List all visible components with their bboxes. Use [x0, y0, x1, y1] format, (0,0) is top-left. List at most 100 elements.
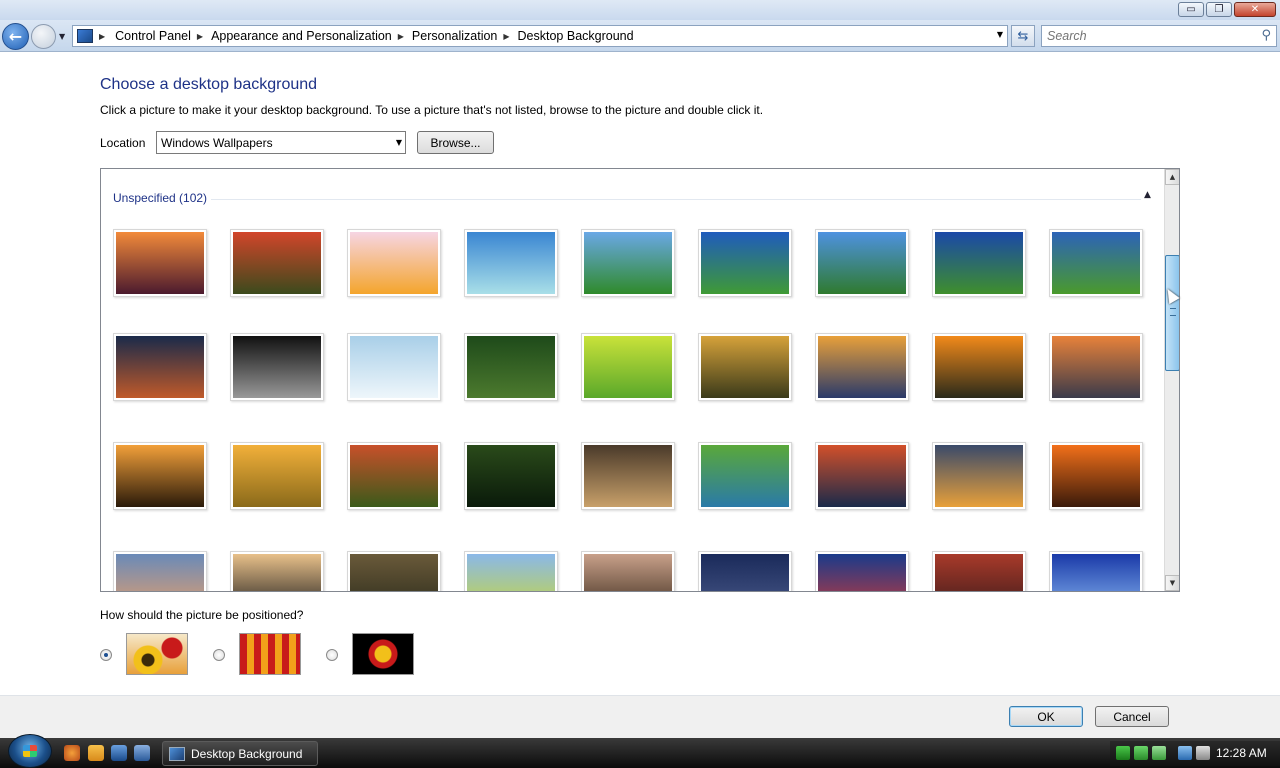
forward-button[interactable] [31, 24, 56, 49]
wallpaper-thumbnail-lime-leaf[interactable] [581, 333, 675, 401]
position-radio-fill[interactable] [100, 649, 112, 661]
wallpaper-thumbnail-night-bridge[interactable] [698, 551, 792, 591]
wallpaper-thumbnail-lit-buildings[interactable] [815, 551, 909, 591]
breadcrumb-appearance[interactable]: Appearance and Personalization [211, 29, 392, 43]
start-button[interactable] [8, 734, 52, 768]
wallpaper-thumbnail-yellow-meadow[interactable] [464, 551, 558, 591]
folder-icon[interactable] [88, 745, 104, 761]
wallpaper-thumbnail-cloudy-dusk[interactable] [113, 551, 207, 591]
wallpaper-thumbnail-ocean-sunset[interactable] [815, 442, 909, 510]
wallpaper-thumbnail-orange-flower[interactable] [347, 229, 441, 297]
location-dropdown[interactable]: Windows Wallpapers ▼ [156, 131, 406, 154]
wallpaper-thumbnail-river-valley[interactable] [347, 442, 441, 510]
scroll-up-icon[interactable]: ▲ [1165, 169, 1179, 185]
wallpaper-image [818, 336, 906, 398]
wallpaper-thumbnail-river-sunset[interactable] [815, 333, 909, 401]
wallpaper-thumbnail-stormy-field[interactable] [347, 551, 441, 591]
wallpaper-thumbnail-forest-waterfall[interactable] [464, 442, 558, 510]
search-icon[interactable]: ⚲ [1261, 28, 1271, 43]
wallpaper-thumbnail-red-tulips[interactable] [230, 229, 324, 297]
collapse-group-icon[interactable]: ▲ [1144, 190, 1151, 200]
wallpaper-image [584, 554, 672, 591]
cancel-button[interactable]: Cancel [1095, 706, 1169, 727]
wallpaper-image [935, 554, 1023, 591]
show-desktop-icon[interactable] [111, 745, 127, 761]
chevron-right-icon[interactable]: ▶ [503, 32, 509, 41]
clock[interactable]: 12:28 AM [1216, 746, 1267, 760]
wallpaper-thumbnail-dusk-horizon[interactable] [113, 333, 207, 401]
breadcrumb-personalization[interactable]: Personalization [412, 29, 497, 43]
wallpaper-image [701, 554, 789, 591]
address-bar[interactable]: ▶ Control Panel ▶ Appearance and Persona… [72, 25, 1008, 47]
chevron-right-icon[interactable]: ▶ [398, 32, 404, 41]
wallpaper-image [467, 445, 555, 507]
position-radio-center[interactable] [326, 649, 338, 661]
connection-icon[interactable] [1178, 746, 1192, 760]
wallpaper-thumbnail-swamp-sunset[interactable] [113, 442, 207, 510]
switch-windows-icon[interactable] [134, 745, 150, 761]
scroll-down-icon[interactable]: ▼ [1165, 575, 1179, 591]
wallpaper-thumbnail-sunset-grass[interactable] [113, 229, 207, 297]
wallpaper-thumbnail-tropical-island[interactable] [464, 229, 558, 297]
wallpaper-thumbnail-clear-sky-field[interactable] [815, 229, 909, 297]
back-button[interactable]: ← [2, 23, 29, 50]
wallpaper-thumbnail-wooden-house[interactable] [581, 551, 675, 591]
maximize-button[interactable]: ❐ [1206, 2, 1232, 17]
wallpaper-thumbnail-green-hills[interactable] [581, 229, 675, 297]
wallpaper-thumbnail-fiery-lake[interactable] [932, 333, 1026, 401]
wallpaper-thumbnail-green-leaves[interactable] [464, 333, 558, 401]
search-input[interactable] [1042, 26, 1242, 46]
close-button[interactable]: ✕ [1234, 2, 1276, 17]
wallpaper-image [935, 336, 1023, 398]
wallpaper-thumbnail-orange-sky-island[interactable] [1049, 442, 1143, 510]
wallpaper-image [584, 336, 672, 398]
wallpaper-image [818, 232, 906, 294]
wallpaper-thumbnail-blue-sky-meadow[interactable] [698, 229, 792, 297]
volume-muted-icon[interactable] [1196, 746, 1210, 760]
ok-button[interactable]: OK [1009, 706, 1083, 727]
search-box[interactable]: ⚲ [1041, 25, 1277, 47]
wallpaper-image [701, 336, 789, 398]
position-preview-tile[interactable] [239, 633, 301, 675]
window-controls: ▭ ❐ ✕ [1178, 2, 1276, 17]
wallpaper-thumbnail-wheat-field[interactable] [230, 442, 324, 510]
wallpaper-thumbnail-beach-sunset[interactable] [1049, 333, 1143, 401]
wallpaper-image [1052, 336, 1140, 398]
wallpaper-image [350, 554, 438, 591]
wallpaper-image [233, 554, 321, 591]
wallpaper-thumbnail-blue-cloudscape[interactable] [1049, 551, 1143, 591]
refresh-button[interactable]: ⇆ [1011, 25, 1035, 47]
recent-pages-dropdown-icon[interactable]: ▼ [59, 32, 65, 41]
wallpaper-thumbnail-red-cityscape[interactable] [932, 551, 1026, 591]
wallpaper-thumbnail-lone-tree[interactable] [698, 333, 792, 401]
wallpaper-thumbnail-pier-sunset[interactable] [932, 442, 1026, 510]
security-icon[interactable] [1152, 746, 1166, 760]
wallpaper-image [467, 554, 555, 591]
address-dropdown-icon[interactable]: ▼ [997, 30, 1003, 39]
taskbar-item-desktop-background[interactable]: Desktop Background [162, 741, 318, 766]
network-icon[interactable] [1116, 746, 1130, 760]
wallpaper-thumbnail-soft-clouds[interactable] [347, 333, 441, 401]
wallpaper-thumbnail-moon-tree[interactable] [581, 442, 675, 510]
wallpaper-thumbnail-green-tree-field[interactable] [698, 442, 792, 510]
scrollbar-thumb[interactable] [1165, 255, 1179, 371]
breadcrumb-control-panel[interactable]: Control Panel [115, 29, 191, 43]
wallpaper-thumbnail-city-night[interactable] [230, 333, 324, 401]
minimize-button[interactable]: ▭ [1178, 2, 1204, 17]
vertical-scrollbar[interactable]: ▲ ▼ [1164, 169, 1179, 591]
wallpaper-image [350, 336, 438, 398]
browse-button[interactable]: Browse... [417, 131, 494, 154]
chevron-right-icon[interactable]: ▶ [99, 32, 105, 41]
breadcrumb-desktop-background[interactable]: Desktop Background [518, 29, 634, 43]
wallpaper-thumbnail-cloud-plains[interactable] [932, 229, 1026, 297]
position-preview-fill[interactable] [126, 633, 188, 675]
update-icon[interactable] [1134, 746, 1148, 760]
firefox-icon[interactable] [64, 745, 80, 761]
wallpaper-image [935, 232, 1023, 294]
position-radio-tile[interactable] [213, 649, 225, 661]
group-header[interactable]: Unspecified (102) [113, 191, 207, 205]
position-preview-center[interactable] [352, 633, 414, 675]
wallpaper-thumbnail-silhouette-trees[interactable] [230, 551, 324, 591]
chevron-right-icon[interactable]: ▶ [197, 32, 203, 41]
wallpaper-thumbnail-rolling-hill[interactable] [1049, 229, 1143, 297]
